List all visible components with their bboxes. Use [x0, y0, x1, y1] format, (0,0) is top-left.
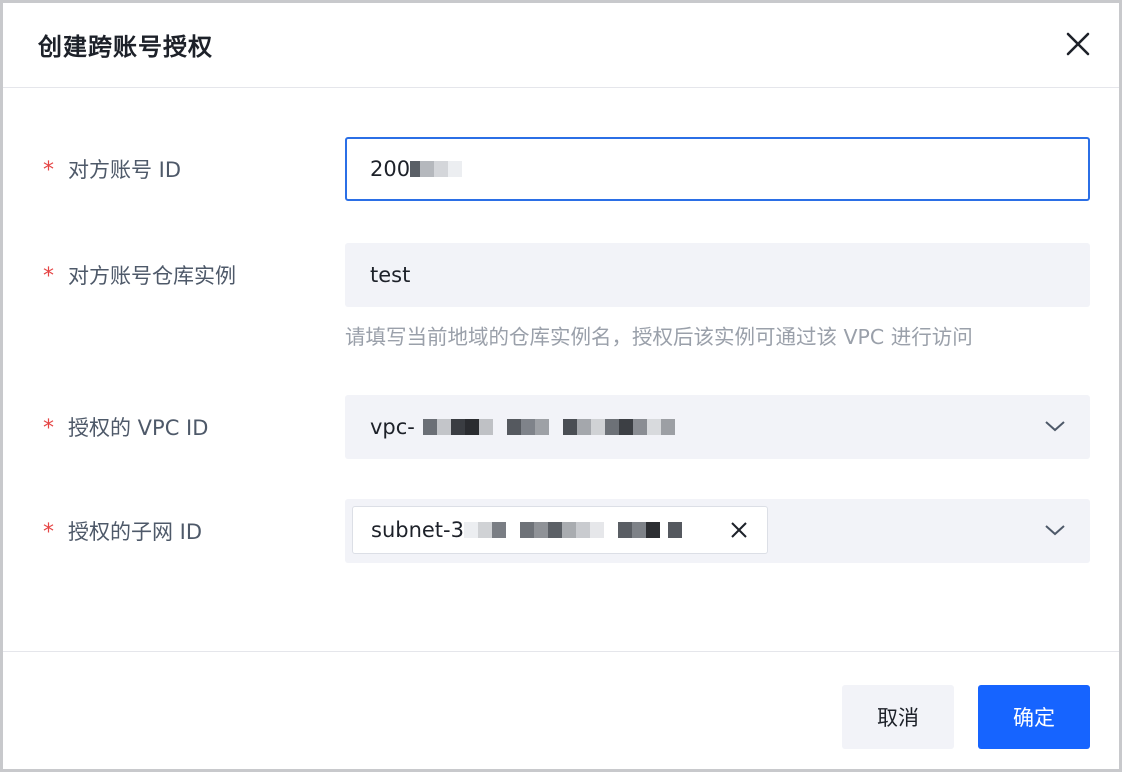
instance-input[interactable]: test [345, 243, 1090, 307]
dialog-title: 创建跨账号授权 [38, 33, 213, 61]
instance-hint: 请填写当前地域的仓库实例名，授权后该实例可通过该 VPC 进行访问 [345, 325, 973, 349]
subnet-tag-value: subnet-3 [371, 518, 464, 542]
masked-text [410, 158, 463, 180]
confirm-button[interactable]: 确定 [978, 685, 1090, 749]
vpc-label-text: 授权的 VPC ID [68, 416, 209, 440]
chevron-down-icon[interactable] [1044, 522, 1066, 538]
account-id-value: 200 [370, 157, 411, 181]
remove-tag-icon[interactable] [729, 520, 749, 540]
instance-label-text: 对方账号仓库实例 [68, 264, 236, 288]
masked-text [422, 416, 675, 438]
dialog-footer: 取消 确定 [3, 651, 1119, 769]
instance-value: test [370, 263, 411, 287]
close-icon [1066, 32, 1090, 56]
vpc-value: vpc- [370, 415, 415, 439]
required-mark: * [43, 416, 54, 441]
vpc-label: * 授权的 VPC ID [43, 412, 208, 442]
account-id-input[interactable]: 200 [345, 137, 1090, 201]
account-id-label: * 对方账号 ID [43, 154, 181, 184]
close-button[interactable] [1061, 27, 1095, 61]
vpc-select[interactable]: vpc- [345, 395, 1090, 459]
masked-text [463, 519, 682, 541]
chevron-down-icon[interactable] [1044, 418, 1066, 434]
subnet-label-text: 授权的子网 ID [68, 520, 203, 544]
account-id-label-text: 对方账号 ID [68, 158, 182, 182]
instance-label: * 对方账号仓库实例 [43, 260, 236, 290]
required-mark: * [43, 520, 54, 545]
required-mark: * [43, 264, 54, 289]
required-mark: * [43, 158, 54, 183]
create-cross-account-auth-dialog: 创建跨账号授权 * 对方账号 ID 200 * 对方账号仓库实例 test 请填写当… [3, 3, 1119, 769]
selected-subnet-tag: subnet-3 [352, 506, 768, 554]
subnet-label: * 授权的子网 ID [43, 516, 202, 546]
cancel-button[interactable]: 取消 [842, 685, 954, 749]
dialog-header: 创建跨账号授权 [3, 3, 1119, 88]
subnet-select[interactable]: subnet-3 [345, 499, 1090, 563]
